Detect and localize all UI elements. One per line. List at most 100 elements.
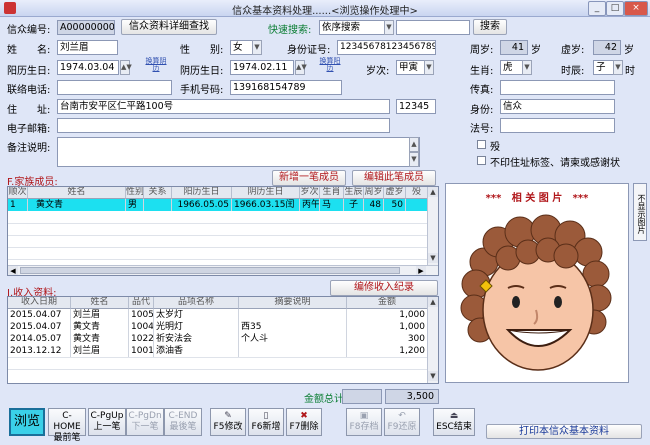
hide-picture-tab[interactable]: 不显示图片 xyxy=(633,183,647,241)
scroll-left-icon[interactable]: ◀ xyxy=(8,266,18,275)
table-cell: 黄文青 xyxy=(71,333,129,345)
scroll-up-icon[interactable]: ▲ xyxy=(428,297,438,307)
column-header[interactable]: 摘要说明 xyxy=(239,297,347,309)
column-header[interactable]: 性别 xyxy=(126,187,144,199)
address-label: 住 xyxy=(7,105,17,116)
close-button[interactable]: × xyxy=(624,1,648,16)
member-id-field[interactable]: A000000006 xyxy=(57,20,115,35)
no-print-checkbox[interactable] xyxy=(477,156,486,165)
column-header[interactable]: 生肖 xyxy=(320,187,344,199)
scroll-down-icon[interactable]: ▼ xyxy=(428,371,438,381)
scroll-down-icon[interactable]: ▼ xyxy=(409,152,419,167)
email-field[interactable] xyxy=(57,118,390,133)
family-vertical-scrollbar[interactable]: ▲ ▼ xyxy=(427,187,438,265)
table-cell: 1,000 xyxy=(347,321,428,333)
print-member-button[interactable]: 打印本信众基本资料 xyxy=(486,424,642,439)
identity-field[interactable]: 信众 xyxy=(500,99,615,114)
chevron-down-icon[interactable]: ▼ xyxy=(252,40,262,55)
table-cell: 子 xyxy=(344,199,364,211)
date-spinner[interactable]: ▲▼ xyxy=(295,60,307,75)
chevron-down-icon[interactable]: ▼ xyxy=(522,60,532,75)
next-record-button[interactable]: C-PgDn 下一笔 xyxy=(126,408,164,436)
family-horizontal-scrollbar[interactable]: ◀ ▶ xyxy=(8,265,438,275)
column-header[interactable]: 姓名 xyxy=(28,187,126,199)
column-header[interactable]: 姓名 xyxy=(71,297,129,309)
column-header[interactable]: 品项名称 xyxy=(154,297,239,309)
column-header[interactable]: 收入日期 xyxy=(8,297,71,309)
edit-button[interactable]: ✎ F5修改 xyxy=(210,408,246,436)
deceased-checkbox[interactable] xyxy=(477,140,486,149)
table-row[interactable]: 2015.04.07 黄文青 1004 光明灯 西35 1,000 xyxy=(8,321,428,333)
edit-income-button[interactable]: 编修收入纪录 xyxy=(330,280,438,296)
lunar-birthday-field[interactable]: 1974.02.11 xyxy=(230,60,294,75)
income-vertical-scrollbar[interactable]: ▲ ▼ xyxy=(427,297,438,383)
mobile-field[interactable]: 139168154789 xyxy=(230,80,342,95)
first-record-button[interactable]: C-HOME 最前笔 xyxy=(48,408,86,443)
scroll-right-icon[interactable]: ▶ xyxy=(416,266,426,275)
column-header[interactable]: 生辰 xyxy=(344,187,364,199)
column-header[interactable]: 金额 xyxy=(347,297,428,309)
save-icon: ▣ xyxy=(359,411,369,421)
last-record-button[interactable]: C-END 最後笔 xyxy=(164,408,202,436)
scroll-thumb[interactable] xyxy=(20,267,400,274)
suici-label: 岁次: xyxy=(366,66,390,77)
note-textarea[interactable] xyxy=(57,137,420,167)
column-header[interactable]: 殁 xyxy=(406,187,428,199)
column-header[interactable]: 岁次 xyxy=(300,187,320,199)
table-row[interactable]: 1 黄文青 男 1966.05.05 1966.03.15闰 丙午 马 子 48… xyxy=(8,199,428,211)
table-row[interactable]: 2014.05.07 黄文青 1022 祈安法会 个人斗 300 xyxy=(8,333,428,345)
add-member-button[interactable]: 新增一笔成员 xyxy=(272,170,346,186)
column-header[interactable]: 品代 xyxy=(129,297,154,309)
next-record-label: 下一笔 xyxy=(131,422,159,432)
fax-label: 传真: xyxy=(470,85,494,96)
scroll-down-icon[interactable]: ▼ xyxy=(428,253,438,263)
next-record-key: C-PgDn xyxy=(128,411,162,421)
quick-search-select[interactable]: 依序搜索 xyxy=(319,20,394,35)
quick-search-input[interactable] xyxy=(396,20,470,35)
fax-field[interactable] xyxy=(500,80,615,95)
phone-field[interactable] xyxy=(57,80,172,95)
maximize-button[interactable]: □ xyxy=(606,1,624,16)
deceased-label: 殁 xyxy=(490,142,500,153)
table-row[interactable]: 2013.12.12 刘兰眉 1001 添油香 1,200 xyxy=(8,345,428,357)
scroll-up-icon[interactable]: ▲ xyxy=(428,187,438,197)
table-cell: 马 xyxy=(320,199,344,211)
save-button[interactable]: ▣ F8存档 xyxy=(346,408,382,436)
browse-button[interactable]: 浏览 xyxy=(9,408,45,436)
scroll-up-icon[interactable]: ▲ xyxy=(409,137,419,152)
row-divider xyxy=(8,259,428,260)
column-header[interactable]: 阴历生日 xyxy=(232,187,300,199)
table-cell: 1005 xyxy=(131,309,154,321)
exit-button[interactable]: ⏏ ESC结束 xyxy=(433,408,475,436)
column-header[interactable]: 虚岁 xyxy=(384,187,406,199)
column-header[interactable]: 阳历生日 xyxy=(172,187,232,199)
chevron-down-icon[interactable]: ▼ xyxy=(613,60,623,75)
column-header[interactable]: 顺次 xyxy=(8,187,28,199)
table-row[interactable]: 2015.04.07 刘兰眉 1005 太岁灯 1,000 xyxy=(8,309,428,321)
solar-birthday-field[interactable]: 1974.03.04 xyxy=(57,60,119,75)
detail-search-button[interactable]: 信众资料详细查找 xyxy=(121,19,217,35)
address-field[interactable]: 台南市安平区仁平路100号 xyxy=(57,99,390,114)
zip-field[interactable]: 12345 xyxy=(396,99,436,114)
undo-button[interactable]: ↶ F9还原 xyxy=(384,408,420,436)
prev-record-button[interactable]: C-PgUp 上一笔 xyxy=(88,408,126,436)
id-card-field[interactable]: 123456781234567890 xyxy=(337,40,436,55)
delete-button[interactable]: ✖ F7删除 xyxy=(286,408,322,436)
hour-label: 时辰: xyxy=(561,66,585,77)
date-spinner[interactable]: ▲▼ xyxy=(120,60,132,75)
minimize-button[interactable]: _ xyxy=(588,1,606,16)
age-field[interactable]: 41 xyxy=(500,40,528,55)
new-button[interactable]: ▯ F6新增 xyxy=(248,408,284,436)
vage-field[interactable]: 42 xyxy=(593,40,621,55)
name-field[interactable]: 刘兰眉 xyxy=(57,40,118,55)
convert-to-lunar-link[interactable]: 换算阴历 xyxy=(145,58,167,72)
edit-member-button[interactable]: 编辑此笔成员 xyxy=(352,170,436,186)
search-button[interactable]: 搜索 xyxy=(473,19,507,35)
convert-to-solar-link[interactable]: 换算阳历 xyxy=(319,58,341,72)
chevron-down-icon[interactable]: ▼ xyxy=(424,60,434,75)
column-header[interactable]: 关系 xyxy=(144,187,172,199)
chevron-down-icon[interactable]: ▼ xyxy=(384,20,394,35)
dharma-name-field[interactable] xyxy=(500,118,615,133)
gender-label-2: 别: xyxy=(210,45,224,56)
column-header[interactable]: 周岁 xyxy=(364,187,384,199)
